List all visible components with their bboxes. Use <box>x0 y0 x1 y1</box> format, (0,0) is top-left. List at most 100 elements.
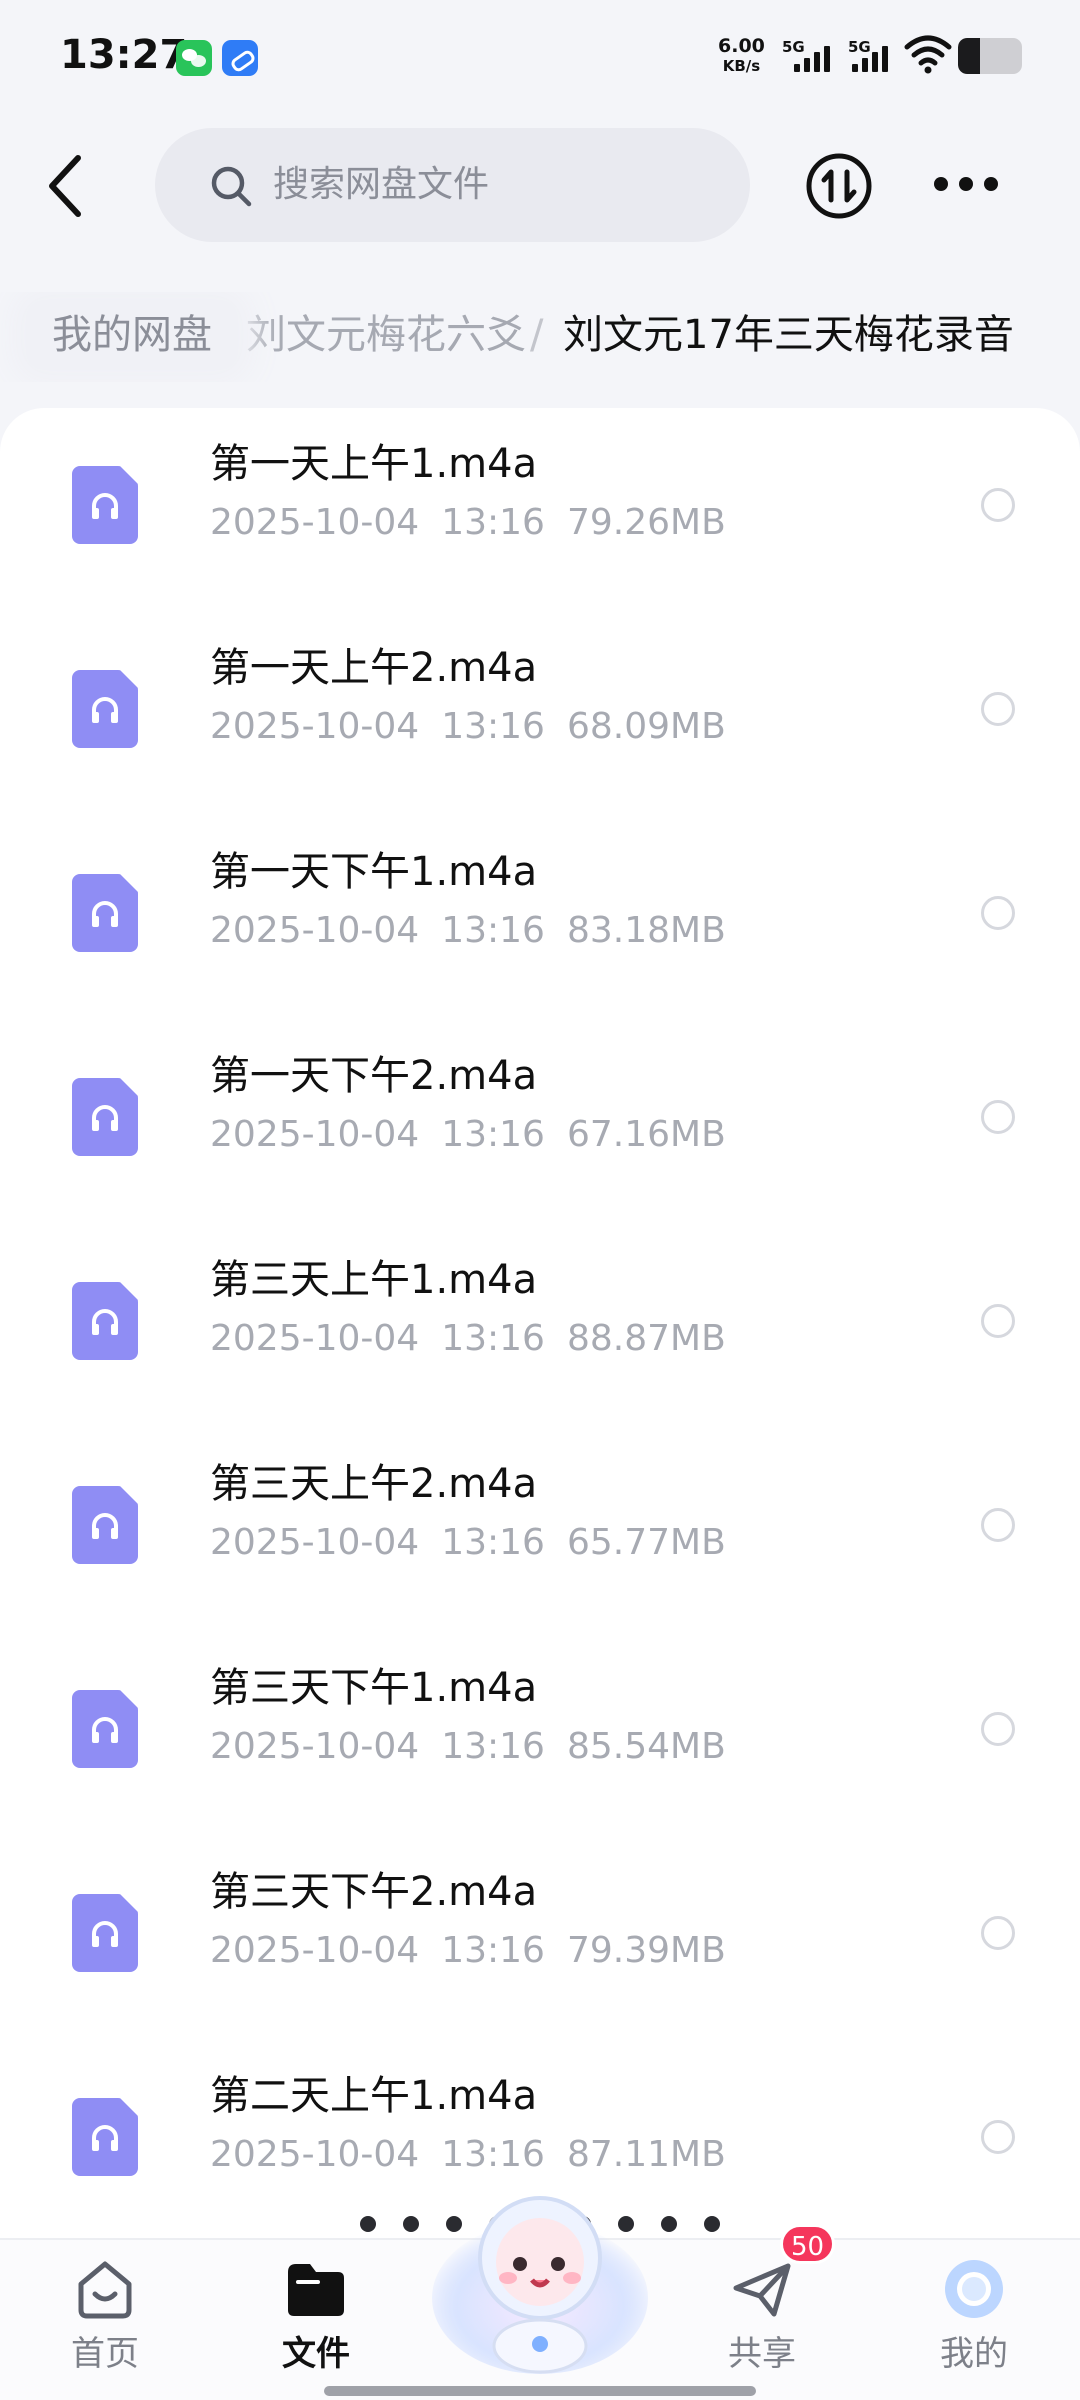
home-indicator[interactable] <box>324 2386 756 2396</box>
file-time: 13:16 <box>441 706 545 747</box>
headphone-icon <box>92 697 118 723</box>
select-checkbox[interactable] <box>981 896 1015 930</box>
app-notification-icon <box>222 40 258 76</box>
headphone-icon <box>92 1921 118 1947</box>
file-date: 2025-10-04 <box>210 1522 420 1563</box>
breadcrumb-parent-folder[interactable]: 刘文元梅花六爻 <box>246 310 526 360</box>
audio-file-icon <box>72 1486 138 1564</box>
folder-icon <box>288 2264 344 2316</box>
file-row[interactable]: 第三天下午1.m4a 2025-10-04 13:16 85.54MB <box>0 1652 1080 1856</box>
file-row[interactable]: 第一天下午1.m4a 2025-10-04 13:16 83.18MB <box>0 836 1080 1040</box>
search-icon <box>211 166 252 207</box>
audio-file-icon <box>72 1690 138 1768</box>
breadcrumb-root[interactable]: 我的网盘 <box>26 300 238 370</box>
audio-file-icon <box>72 466 138 544</box>
audio-file-icon <box>72 874 138 952</box>
headphone-icon <box>92 493 118 519</box>
file-date: 2025-10-04 <box>210 1726 420 1767</box>
wifi-icon <box>904 35 952 74</box>
battery-icon <box>958 38 1022 74</box>
headphone-icon <box>92 2125 118 2151</box>
file-name: 第二天上午1.m4a <box>210 2073 538 2119</box>
status-bar: 13:27 6.00 KB/s 5G 5G <box>0 0 1080 112</box>
audio-file-icon <box>72 670 138 748</box>
nav-home[interactable]: 首页 <box>35 2240 175 2380</box>
file-meta: 2025-10-04 13:16 68.09MB <box>210 704 748 750</box>
file-meta: 2025-10-04 13:16 65.77MB <box>210 1520 748 1566</box>
file-date: 2025-10-04 <box>210 2134 420 2175</box>
file-date: 2025-10-04 <box>210 706 420 747</box>
file-meta: 2025-10-04 13:16 79.39MB <box>210 1928 748 1974</box>
nav-share[interactable]: 50 共享 <box>692 2224 836 2380</box>
file-date: 2025-10-04 <box>210 1318 420 1359</box>
file-size: 88.87MB <box>566 1318 726 1359</box>
network-type-label: 5G <box>848 38 871 56</box>
file-meta: 2025-10-04 13:16 83.18MB <box>210 908 748 954</box>
file-size: 79.26MB <box>566 502 726 543</box>
file-row[interactable]: 第三天上午1.m4a 2025-10-04 13:16 88.87MB <box>0 1244 1080 1448</box>
share-count-badge: 50 <box>780 2224 836 2264</box>
breadcrumb: 刘文元梅花六爻 我的网盘 / 刘文元17年三天梅花录音 <box>0 292 1080 382</box>
select-checkbox[interactable] <box>981 2120 1015 2154</box>
file-time: 13:16 <box>441 502 545 543</box>
file-name: 第三天上午1.m4a <box>210 1257 538 1303</box>
file-size: 87.11MB <box>566 2134 726 2175</box>
file-row[interactable]: 第一天上午1.m4a 2025-10-04 13:16 79.26MB <box>0 428 1080 632</box>
nav-files[interactable]: 文件 <box>246 2240 386 2380</box>
select-checkbox[interactable] <box>981 1712 1015 1746</box>
mascot-assistant-button[interactable] <box>430 2178 650 2378</box>
select-checkbox[interactable] <box>981 692 1015 726</box>
file-size: 79.39MB <box>566 1930 726 1971</box>
search-placeholder: 搜索网盘文件 <box>273 164 490 205</box>
file-name: 第一天上午1.m4a <box>210 441 538 487</box>
network-speed: 6.00 KB/s <box>718 36 765 76</box>
audio-file-icon <box>72 1282 138 1360</box>
file-date: 2025-10-04 <box>210 502 420 543</box>
file-list: 第一天上午1.m4a 2025-10-04 13:16 79.26MB 第一天上午2… <box>0 408 1080 2238</box>
breadcrumb-separator: / <box>530 312 544 358</box>
file-date: 2025-10-04 <box>210 1930 420 1971</box>
file-time: 13:16 <box>441 1318 545 1359</box>
nav-mine-label: 我的 <box>940 2334 1008 2374</box>
select-checkbox[interactable] <box>981 488 1015 522</box>
file-meta: 2025-10-04 13:16 79.26MB <box>210 500 748 546</box>
file-row[interactable]: 第一天下午2.m4a 2025-10-04 13:16 67.16MB <box>0 1040 1080 1244</box>
wechat-notification-icon <box>176 40 212 76</box>
search-input[interactable]: 搜索网盘文件 <box>155 128 750 242</box>
select-checkbox[interactable] <box>981 1304 1015 1338</box>
select-checkbox[interactable] <box>981 1916 1015 1950</box>
file-size: 67.16MB <box>566 1114 726 1155</box>
file-time: 13:16 <box>441 2134 545 2175</box>
audio-file-icon <box>72 2098 138 2176</box>
file-row[interactable]: 第三天下午2.m4a 2025-10-04 13:16 79.39MB <box>0 1856 1080 2060</box>
nav-files-label: 文件 <box>282 2334 350 2374</box>
file-row[interactable]: 第三天上午2.m4a 2025-10-04 13:16 65.77MB <box>0 1448 1080 1652</box>
file-name: 第三天上午2.m4a <box>210 1461 538 1507</box>
file-row[interactable]: 第一天上午2.m4a 2025-10-04 13:16 68.09MB <box>0 632 1080 836</box>
file-size: 85.54MB <box>566 1726 726 1767</box>
battery-level <box>958 38 981 74</box>
select-checkbox[interactable] <box>981 1100 1015 1134</box>
select-checkbox[interactable] <box>981 1508 1015 1542</box>
headphone-icon <box>92 901 118 927</box>
breadcrumb-current-folder: 刘文元17年三天梅花录音 <box>563 312 1014 358</box>
audio-file-icon <box>72 1078 138 1156</box>
file-size: 65.77MB <box>566 1522 726 1563</box>
back-button[interactable] <box>40 150 92 222</box>
file-name: 第一天上午2.m4a <box>210 645 538 691</box>
file-date: 2025-10-04 <box>210 910 420 951</box>
file-name: 第一天下午1.m4a <box>210 849 538 895</box>
file-date: 2025-10-04 <box>210 1114 420 1155</box>
file-name: 第三天下午2.m4a <box>210 1869 538 1915</box>
nav-mine[interactable]: 我的 <box>904 2240 1044 2380</box>
file-time: 13:16 <box>441 1930 545 1971</box>
file-meta: 2025-10-04 13:16 67.16MB <box>210 1112 748 1158</box>
headphone-icon <box>92 1513 118 1539</box>
more-options-icon[interactable] <box>930 170 1002 200</box>
network-speed-unit: KB/s <box>722 57 761 75</box>
headphone-icon <box>92 1717 118 1743</box>
file-time: 13:16 <box>441 910 545 951</box>
file-meta: 2025-10-04 13:16 87.11MB <box>210 2132 748 2178</box>
transfer-list-icon[interactable] <box>805 152 873 220</box>
file-meta: 2025-10-04 13:16 88.87MB <box>210 1316 748 1362</box>
